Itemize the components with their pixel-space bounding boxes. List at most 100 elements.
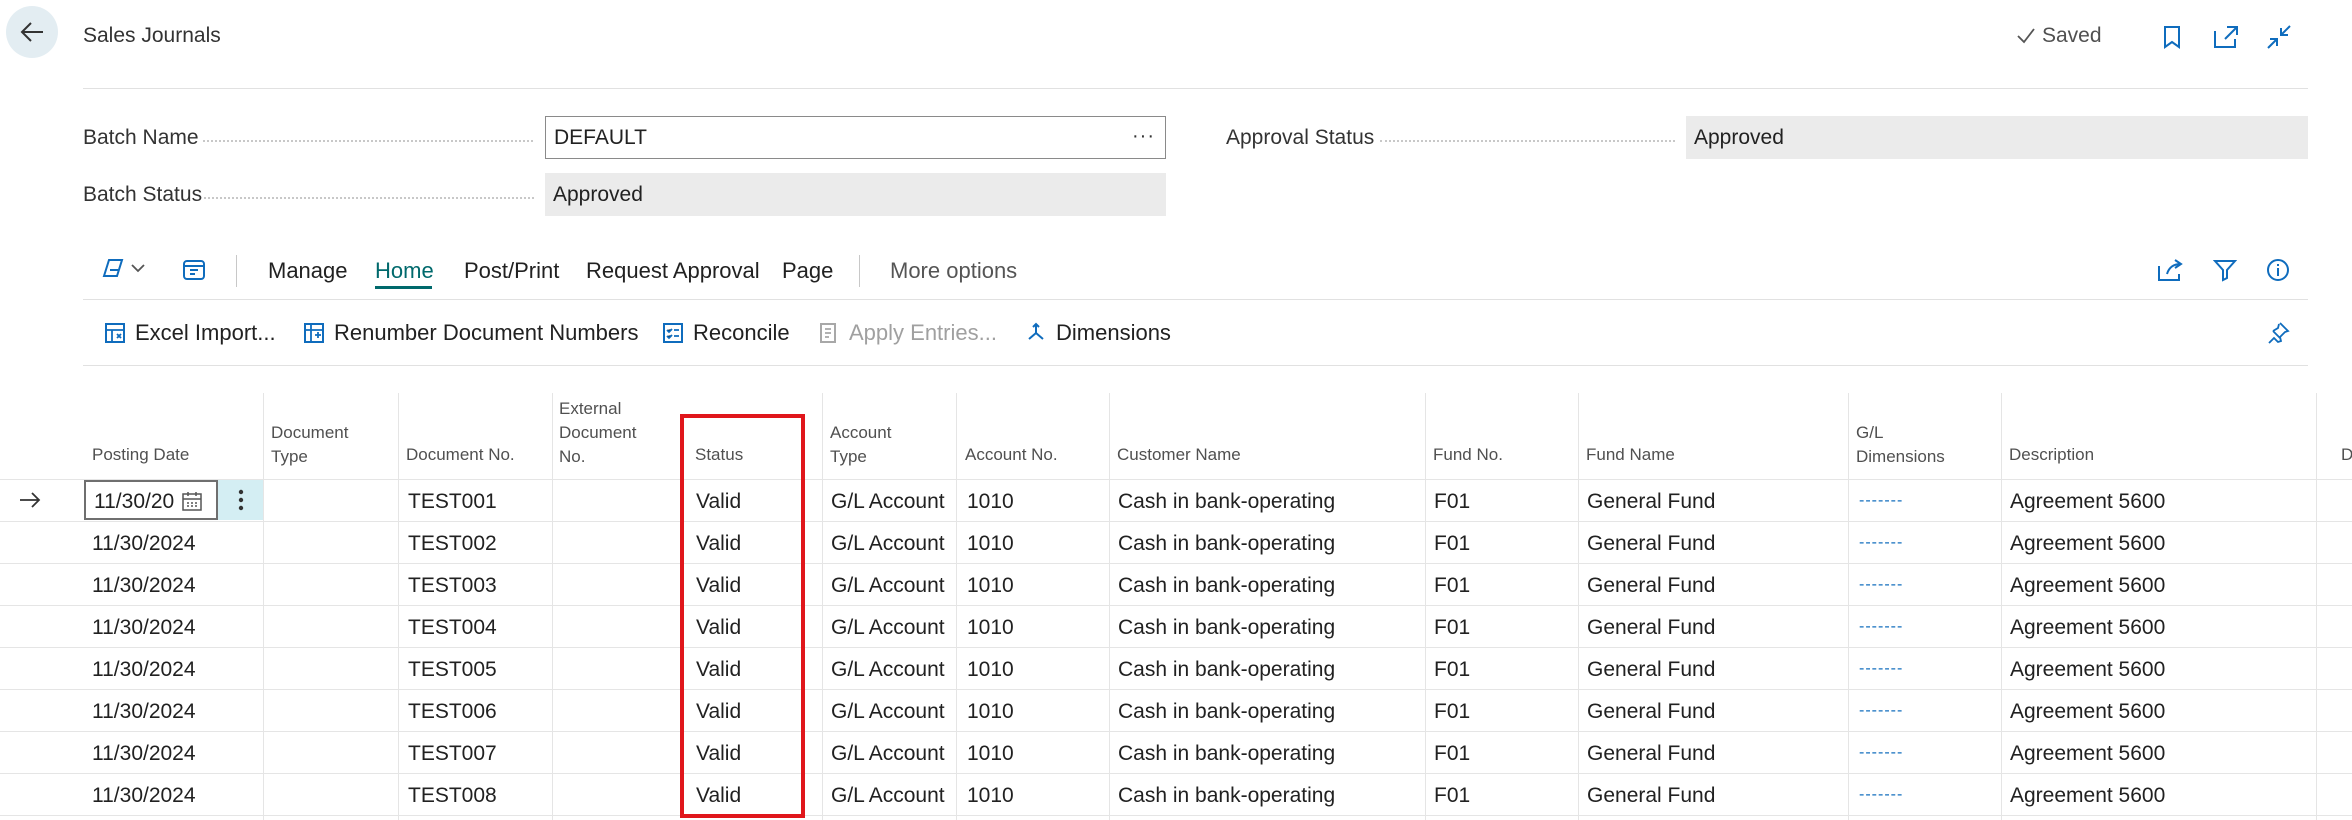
menu-request-approval[interactable]: Request Approval xyxy=(586,258,760,284)
gl-dimensions-link[interactable]: ------- xyxy=(1859,786,1903,804)
fund-name-cell[interactable]: General Fund xyxy=(1587,490,1715,514)
copilot-menu-button[interactable] xyxy=(100,256,146,280)
col-header-account-no[interactable]: Account No. xyxy=(965,443,1058,467)
gl-dimensions-link[interactable]: ------- xyxy=(1859,576,1903,594)
lookup-ellipsis-icon[interactable]: ··· xyxy=(1132,125,1155,148)
document-no-cell[interactable]: TEST006 xyxy=(408,700,497,724)
calendar-icon[interactable] xyxy=(181,490,203,512)
fund-no-cell[interactable]: F01 xyxy=(1434,490,1470,514)
share-button[interactable] xyxy=(2157,258,2183,282)
account-no-cell[interactable]: 1010 xyxy=(967,532,1014,556)
col-header-cut-off[interactable]: D xyxy=(2341,443,2352,467)
col-header-fund-name[interactable]: Fund Name xyxy=(1586,443,1675,467)
posting-date-cell[interactable]: 11/30/2024 xyxy=(92,616,196,640)
account-no-cell[interactable]: 1010 xyxy=(967,784,1014,808)
fund-name-cell[interactable]: General Fund xyxy=(1587,574,1715,598)
bookmark-button[interactable] xyxy=(2157,22,2187,52)
gl-dimensions-link[interactable]: ------- xyxy=(1859,618,1903,636)
account-type-cell[interactable]: G/L Account xyxy=(831,490,945,514)
account-type-cell[interactable]: G/L Account xyxy=(831,700,945,724)
row-actions-button[interactable] xyxy=(218,480,263,520)
menu-post-print[interactable]: Post/Print xyxy=(464,258,559,284)
collapse-button[interactable] xyxy=(2264,22,2294,52)
account-type-cell[interactable]: G/L Account xyxy=(831,616,945,640)
account-type-cell[interactable]: G/L Account xyxy=(831,742,945,766)
gl-dimensions-link[interactable]: ------- xyxy=(1859,492,1903,510)
fund-name-cell[interactable]: General Fund xyxy=(1587,784,1715,808)
description-cell[interactable]: Agreement 5600 xyxy=(2010,532,2165,556)
fund-no-cell[interactable]: F01 xyxy=(1434,574,1470,598)
gl-dimensions-link[interactable]: ------- xyxy=(1859,534,1903,552)
account-type-cell[interactable]: G/L Account xyxy=(831,658,945,682)
posting-date-cell[interactable]: 11/30/2024 xyxy=(92,658,196,682)
posting-date-cell[interactable]: 11/30/2024 xyxy=(92,742,196,766)
col-header-account-type[interactable]: Account Type xyxy=(830,421,891,469)
posting-date-cell[interactable]: 11/30/2024 xyxy=(92,532,196,556)
reconcile-action[interactable]: Reconcile xyxy=(661,320,790,346)
document-no-cell[interactable]: TEST005 xyxy=(408,658,497,682)
col-header-customer-name[interactable]: Customer Name xyxy=(1117,443,1241,467)
fund-name-cell[interactable]: General Fund xyxy=(1587,532,1715,556)
account-type-cell[interactable]: G/L Account xyxy=(831,574,945,598)
fund-name-cell[interactable]: General Fund xyxy=(1587,742,1715,766)
description-cell[interactable]: Agreement 5600 xyxy=(2010,490,2165,514)
account-type-cell[interactable]: G/L Account xyxy=(831,784,945,808)
col-header-document-type[interactable]: Document Type xyxy=(271,421,348,469)
dimensions-action[interactable]: Dimensions xyxy=(1024,320,1171,346)
document-no-cell[interactable]: TEST008 xyxy=(408,784,497,808)
fund-name-cell[interactable]: General Fund xyxy=(1587,700,1715,724)
description-cell[interactable]: Agreement 5600 xyxy=(2010,742,2165,766)
menu-manage[interactable]: Manage xyxy=(268,258,348,284)
posting-date-cell[interactable]: 11/30/2024 xyxy=(92,784,196,808)
document-no-cell[interactable]: TEST007 xyxy=(408,742,497,766)
customer-name-cell[interactable]: Cash in bank-operating xyxy=(1118,784,1335,808)
batch-name-field[interactable]: DEFAULT ··· xyxy=(545,116,1166,159)
account-no-cell[interactable]: 1010 xyxy=(967,574,1014,598)
posting-date-cell[interactable]: 11/30/2024 xyxy=(92,700,196,724)
customer-name-cell[interactable]: Cash in bank-operating xyxy=(1118,616,1335,640)
customer-name-cell[interactable]: Cash in bank-operating xyxy=(1118,574,1335,598)
info-button[interactable] xyxy=(2266,258,2290,282)
customer-name-cell[interactable]: Cash in bank-operating xyxy=(1118,532,1335,556)
document-no-cell[interactable]: TEST002 xyxy=(408,532,497,556)
description-cell[interactable]: Agreement 5600 xyxy=(2010,700,2165,724)
account-no-cell[interactable]: 1010 xyxy=(967,700,1014,724)
col-header-document-no[interactable]: Document No. xyxy=(406,443,515,467)
excel-import-action[interactable]: Excel Import... xyxy=(103,320,276,346)
fund-no-cell[interactable]: F01 xyxy=(1434,616,1470,640)
fund-no-cell[interactable]: F01 xyxy=(1434,700,1470,724)
col-header-description[interactable]: Description xyxy=(2009,443,2094,467)
personalize-button[interactable] xyxy=(182,258,206,282)
apply-entries-action[interactable]: Apply Entries... xyxy=(817,320,997,346)
fund-no-cell[interactable]: F01 xyxy=(1434,742,1470,766)
account-no-cell[interactable]: 1010 xyxy=(967,742,1014,766)
pin-action-bar-button[interactable] xyxy=(2266,321,2290,345)
fund-no-cell[interactable]: F01 xyxy=(1434,658,1470,682)
document-no-cell[interactable]: TEST004 xyxy=(408,616,497,640)
col-header-fund-no[interactable]: Fund No. xyxy=(1433,443,1503,467)
gl-dimensions-link[interactable]: ------- xyxy=(1859,702,1903,720)
customer-name-cell[interactable]: Cash in bank-operating xyxy=(1118,742,1335,766)
col-header-external-document-no[interactable]: External Document No. xyxy=(559,397,636,469)
document-no-cell[interactable]: TEST001 xyxy=(408,490,497,514)
fund-name-cell[interactable]: General Fund xyxy=(1587,658,1715,682)
account-type-cell[interactable]: G/L Account xyxy=(831,532,945,556)
gl-dimensions-link[interactable]: ------- xyxy=(1859,660,1903,678)
menu-more-options[interactable]: More options xyxy=(890,258,1017,284)
open-new-window-button[interactable] xyxy=(2211,22,2241,52)
description-cell[interactable]: Agreement 5600 xyxy=(2010,574,2165,598)
menu-page[interactable]: Page xyxy=(782,258,833,284)
description-cell[interactable]: Agreement 5600 xyxy=(2010,658,2165,682)
description-cell[interactable]: Agreement 5600 xyxy=(2010,784,2165,808)
gl-dimensions-link[interactable]: ------- xyxy=(1859,744,1903,762)
customer-name-cell[interactable]: Cash in bank-operating xyxy=(1118,658,1335,682)
col-header-gl-dimensions[interactable]: G/L Dimensions xyxy=(1856,421,1945,469)
document-no-cell[interactable]: TEST003 xyxy=(408,574,497,598)
account-no-cell[interactable]: 1010 xyxy=(967,658,1014,682)
renumber-action[interactable]: Renumber Document Numbers xyxy=(302,320,638,346)
posting-date-cell[interactable]: 11/30/20 xyxy=(94,490,178,514)
fund-no-cell[interactable]: F01 xyxy=(1434,784,1470,808)
filter-button[interactable] xyxy=(2213,258,2237,282)
customer-name-cell[interactable]: Cash in bank-operating xyxy=(1118,700,1335,724)
fund-no-cell[interactable]: F01 xyxy=(1434,532,1470,556)
